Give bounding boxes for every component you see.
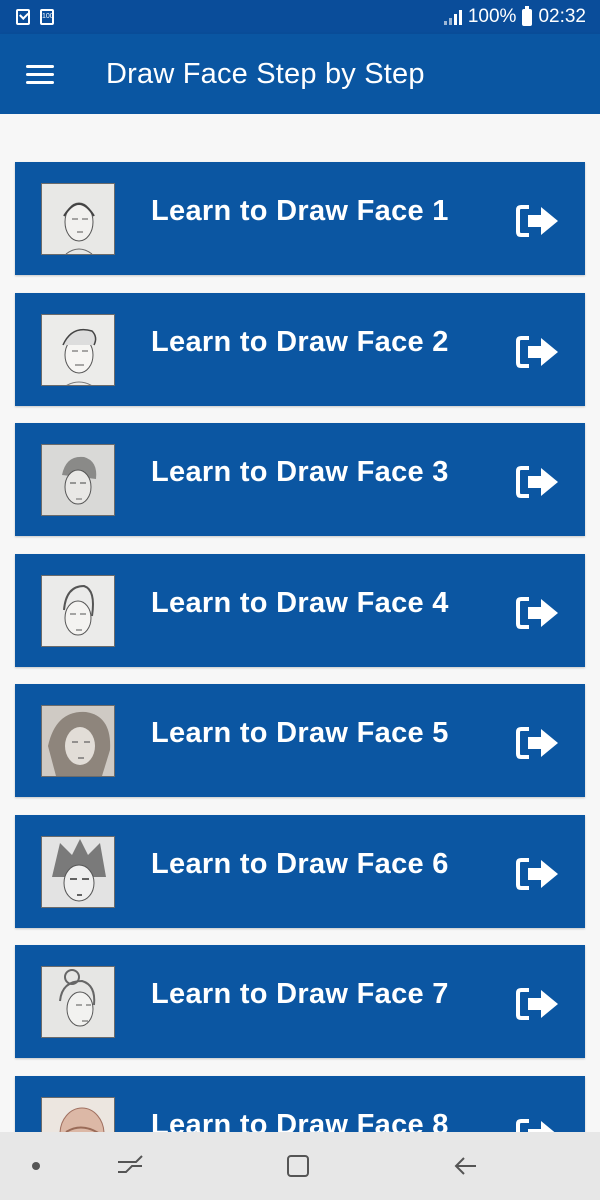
- face-sketch-thumbnail: [41, 313, 115, 386]
- list-item[interactable]: Learn to Draw Face 7: [15, 945, 585, 1058]
- list-item[interactable]: Learn to Draw Face 6: [15, 815, 585, 928]
- app-bar: Draw Face Step by Step: [0, 34, 600, 114]
- list-item[interactable]: Learn to Draw Face 2: [15, 293, 585, 406]
- sign-out-arrow-icon[interactable]: [515, 1115, 561, 1132]
- system-nav-bar: [0, 1132, 600, 1200]
- battery-icon: [522, 5, 533, 26]
- sign-out-arrow-icon[interactable]: [515, 984, 561, 1024]
- sign-out-arrow-icon[interactable]: [515, 854, 561, 894]
- face-sketch-thumbnail: [41, 182, 115, 255]
- signal-icon: [443, 9, 462, 25]
- back-icon[interactable]: [450, 1150, 482, 1182]
- face-sketch-thumbnail: [41, 1096, 115, 1132]
- list-item-label: Learn to Draw Face 1: [151, 195, 449, 227]
- list-item[interactable]: Learn to Draw Face 3: [15, 423, 585, 536]
- list-item[interactable]: Learn to Draw Face 5: [15, 684, 585, 797]
- list-item-label: Learn to Draw Face 6: [151, 848, 449, 880]
- status-time: 02:32: [538, 6, 586, 27]
- list-item-label: Learn to Draw Face 3: [151, 456, 449, 488]
- list-item-label: Learn to Draw Face 7: [151, 978, 449, 1010]
- list-item[interactable]: Learn to Draw Face 4: [15, 554, 585, 667]
- sign-out-arrow-icon[interactable]: [515, 593, 561, 633]
- checklist-icon: [16, 9, 30, 25]
- list-item-label: Learn to Draw Face 4: [151, 587, 449, 619]
- lesson-list[interactable]: Learn to Draw Face 1 Learn to Draw Face …: [0, 114, 600, 1132]
- recents-icon[interactable]: [114, 1150, 146, 1182]
- list-item[interactable]: Learn to Draw Face 8: [15, 1076, 585, 1132]
- home-icon[interactable]: [282, 1150, 314, 1182]
- nav-indicator-dot: [32, 1162, 40, 1170]
- list-item-label: Learn to Draw Face 2: [151, 326, 449, 358]
- sign-out-arrow-icon[interactable]: [515, 332, 561, 372]
- app-title: Draw Face Step by Step: [106, 57, 425, 90]
- sign-out-arrow-icon[interactable]: [515, 462, 561, 502]
- hamburger-menu-icon[interactable]: [26, 64, 80, 84]
- face-sketch-thumbnail: [41, 574, 115, 647]
- status-bar: 100 100% 02:32: [0, 0, 600, 34]
- face-sketch-thumbnail: [41, 443, 115, 516]
- sign-out-arrow-icon[interactable]: [515, 723, 561, 763]
- storage-100-icon: 100: [40, 9, 54, 25]
- list-item-label: Learn to Draw Face 5: [151, 717, 449, 749]
- battery-percent: 100%: [467, 6, 517, 27]
- list-item-label: Learn to Draw Face 8: [151, 1109, 449, 1132]
- face-sketch-thumbnail: [41, 965, 115, 1038]
- face-sketch-thumbnail: [41, 835, 115, 908]
- list-item[interactable]: Learn to Draw Face 1: [15, 162, 585, 275]
- face-sketch-thumbnail: [41, 704, 115, 777]
- sign-out-arrow-icon[interactable]: [515, 201, 561, 241]
